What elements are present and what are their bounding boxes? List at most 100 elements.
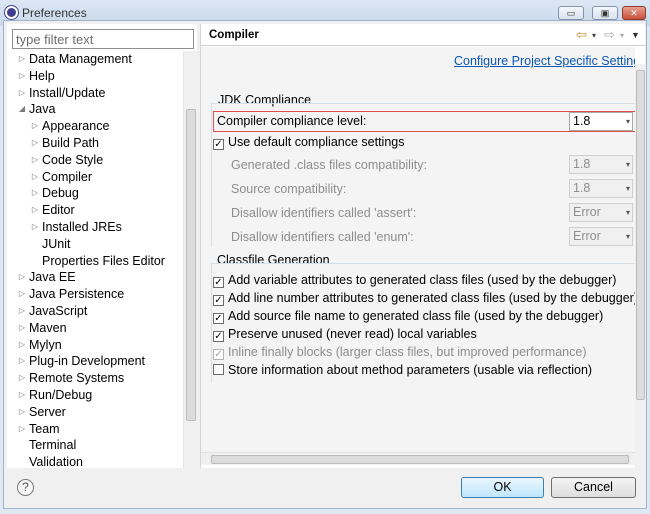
tree-item[interactable]: ▷ Data Management <box>7 51 183 68</box>
tree-item-label: Maven <box>29 320 67 335</box>
source-compat-label: Source compatibility: <box>231 182 347 196</box>
tree-item[interactable]: ▷ Plug-in Development <box>7 353 183 370</box>
collapsed-arrow-icon[interactable]: ▷ <box>17 370 27 387</box>
classfile-option-label: Store information about method parameter… <box>228 363 593 377</box>
page-horizontal-scrollbar-thumb[interactable] <box>211 455 629 464</box>
compliance-level-label: Compiler compliance level: <box>217 114 367 128</box>
expanded-arrow-icon[interactable]: ◢ <box>17 101 27 118</box>
tree-item-label: Debug <box>42 186 79 201</box>
collapsed-arrow-icon[interactable]: ▷ <box>30 118 40 135</box>
tree-item-label: Properties Files Editor <box>42 253 165 268</box>
help-icon[interactable]: ? <box>17 479 34 496</box>
tree-item[interactable]: ▷ Run/Debug <box>7 387 183 404</box>
minimize-button[interactable]: ▭ <box>558 6 584 20</box>
tree-item[interactable]: ▷ Installed JREs <box>7 219 183 236</box>
disallow-enum-select[interactable]: Error ▾ <box>569 227 633 246</box>
tree-item[interactable]: ▷ Compiler <box>7 169 183 186</box>
tree-item[interactable]: ▷ Build Path <box>7 135 183 152</box>
tree-item[interactable]: Validation <box>7 454 183 468</box>
tree-item[interactable]: ▷ Java Persistence <box>7 286 183 303</box>
collapsed-arrow-icon[interactable]: ▷ <box>17 421 27 438</box>
collapsed-arrow-icon[interactable]: ▷ <box>17 85 27 102</box>
filter-input[interactable] <box>12 29 194 49</box>
configure-project-settings-link[interactable]: Configure Project Specific Settings... <box>454 54 635 68</box>
collapsed-arrow-icon[interactable]: ▷ <box>30 219 40 236</box>
classfile-option-label: Add line number attributes to generated … <box>228 291 635 305</box>
collapsed-arrow-icon[interactable]: ▷ <box>17 68 27 85</box>
view-menu-icon[interactable]: ▼ <box>631 30 640 40</box>
tree-item[interactable]: ▷ Java EE <box>7 269 183 286</box>
collapsed-arrow-icon[interactable]: ▷ <box>30 185 40 202</box>
tree-item[interactable]: Terminal <box>7 437 183 454</box>
tree-item-label: Build Path <box>42 135 99 150</box>
classfile-option-label: Add variable attributes to generated cla… <box>228 273 617 287</box>
compliance-level-select[interactable]: 1.8 ▾ <box>569 112 633 131</box>
collapsed-arrow-icon[interactable]: ▷ <box>17 269 27 286</box>
generated-class-compat-value: 1.8 <box>573 157 591 171</box>
forward-arrow-icon[interactable]: ⇨ <box>604 27 615 43</box>
disallow-assert-label: Disallow identifiers called 'assert': <box>231 206 417 220</box>
classfile-option-checkbox[interactable]: Store information about method parameter… <box>213 359 592 381</box>
source-compat-value: 1.8 <box>573 181 591 195</box>
tree-item[interactable]: ▷ Maven <box>7 320 183 337</box>
cancel-button[interactable]: Cancel <box>551 477 636 498</box>
ok-button[interactable]: OK <box>461 477 544 498</box>
disallow-assert-value: Error <box>573 205 601 219</box>
page-header: Compiler ⇦ ▾ ⇨ ▾ ▼ <box>201 24 646 46</box>
collapsed-arrow-icon[interactable]: ▷ <box>17 404 27 421</box>
tree-item[interactable]: JUnit <box>7 236 183 253</box>
tree-item[interactable]: ▷ Team <box>7 421 183 438</box>
tree-item-label: Validation <box>29 455 83 468</box>
tree-item-label: Data Management <box>29 52 132 66</box>
page-scrollbar-thumb[interactable] <box>636 70 645 400</box>
tree-item-label: Run/Debug <box>29 387 93 402</box>
disallow-enum-value: Error <box>573 229 601 243</box>
collapsed-arrow-icon[interactable]: ▷ <box>17 320 27 337</box>
collapsed-arrow-icon[interactable]: ▷ <box>17 387 27 404</box>
collapsed-arrow-icon[interactable]: ▷ <box>30 135 40 152</box>
classfile-option-label: Add source file name to generated class … <box>228 309 604 323</box>
tree-item[interactable]: Properties Files Editor <box>7 253 183 270</box>
source-compat-select[interactable]: 1.8 ▾ <box>569 179 633 198</box>
tree-item[interactable]: ◢ Java <box>7 101 183 118</box>
checkbox-icon: ✓ <box>213 139 224 150</box>
eclipse-icon <box>5 6 18 19</box>
page-horizontal-scrollbar[interactable] <box>201 452 635 465</box>
tree-item[interactable]: ▷ Code Style <box>7 152 183 169</box>
tree-item-label: Terminal <box>29 438 77 453</box>
tree-item[interactable]: ▷ Install/Update <box>7 85 183 102</box>
tree-scrollbar[interactable] <box>183 51 197 468</box>
chevron-down-icon: ▾ <box>625 117 630 126</box>
generated-class-compat-select[interactable]: 1.8 ▾ <box>569 155 633 174</box>
page-scrollbar[interactable] <box>635 64 646 468</box>
disallow-assert-select[interactable]: Error ▾ <box>569 203 633 222</box>
tree-item[interactable]: ▷ Mylyn <box>7 337 183 354</box>
tree-item[interactable]: ▷ Appearance <box>7 118 183 135</box>
tree-scrollbar-thumb[interactable] <box>186 109 196 421</box>
collapsed-arrow-icon[interactable]: ▷ <box>17 303 27 320</box>
collapsed-arrow-icon[interactable]: ▷ <box>17 286 27 303</box>
tree-item[interactable]: ▷ Remote Systems <box>7 370 183 387</box>
tree-item[interactable]: ▷ Server <box>7 404 183 421</box>
collapsed-arrow-icon[interactable]: ▷ <box>17 51 27 68</box>
forward-dropdown-icon[interactable]: ▾ <box>620 31 624 40</box>
collapsed-arrow-icon[interactable]: ▷ <box>30 202 40 219</box>
collapsed-arrow-icon[interactable]: ▷ <box>17 353 27 370</box>
chevron-down-icon: ▾ <box>625 208 630 217</box>
collapsed-arrow-icon[interactable]: ▷ <box>30 152 40 169</box>
tree-item[interactable]: ▷ JavaScript <box>7 303 183 320</box>
tree-item-label: Java EE <box>29 270 76 285</box>
collapsed-arrow-icon[interactable]: ▷ <box>17 337 27 354</box>
collapsed-arrow-icon[interactable]: ▷ <box>30 169 40 186</box>
preference-tree-pane: ▷Data Management▷Help▷Install/Update◢Jav… <box>7 24 197 468</box>
back-dropdown-icon[interactable]: ▾ <box>592 31 596 40</box>
tree-item[interactable]: ▷ Editor <box>7 202 183 219</box>
tree-item[interactable]: ▷ Help <box>7 68 183 85</box>
tree-item-label: Appearance <box>42 119 110 134</box>
generated-class-compat-label: Generated .class files compatibility: <box>231 158 427 172</box>
maximize-button[interactable]: ▣ <box>592 6 618 20</box>
use-default-compliance-checkbox[interactable]: ✓ Use default compliance settings <box>213 131 404 153</box>
tree-item[interactable]: ▷ Debug <box>7 185 183 202</box>
back-arrow-icon[interactable]: ⇦ <box>576 27 587 43</box>
close-button[interactable]: ✕ <box>622 6 646 20</box>
